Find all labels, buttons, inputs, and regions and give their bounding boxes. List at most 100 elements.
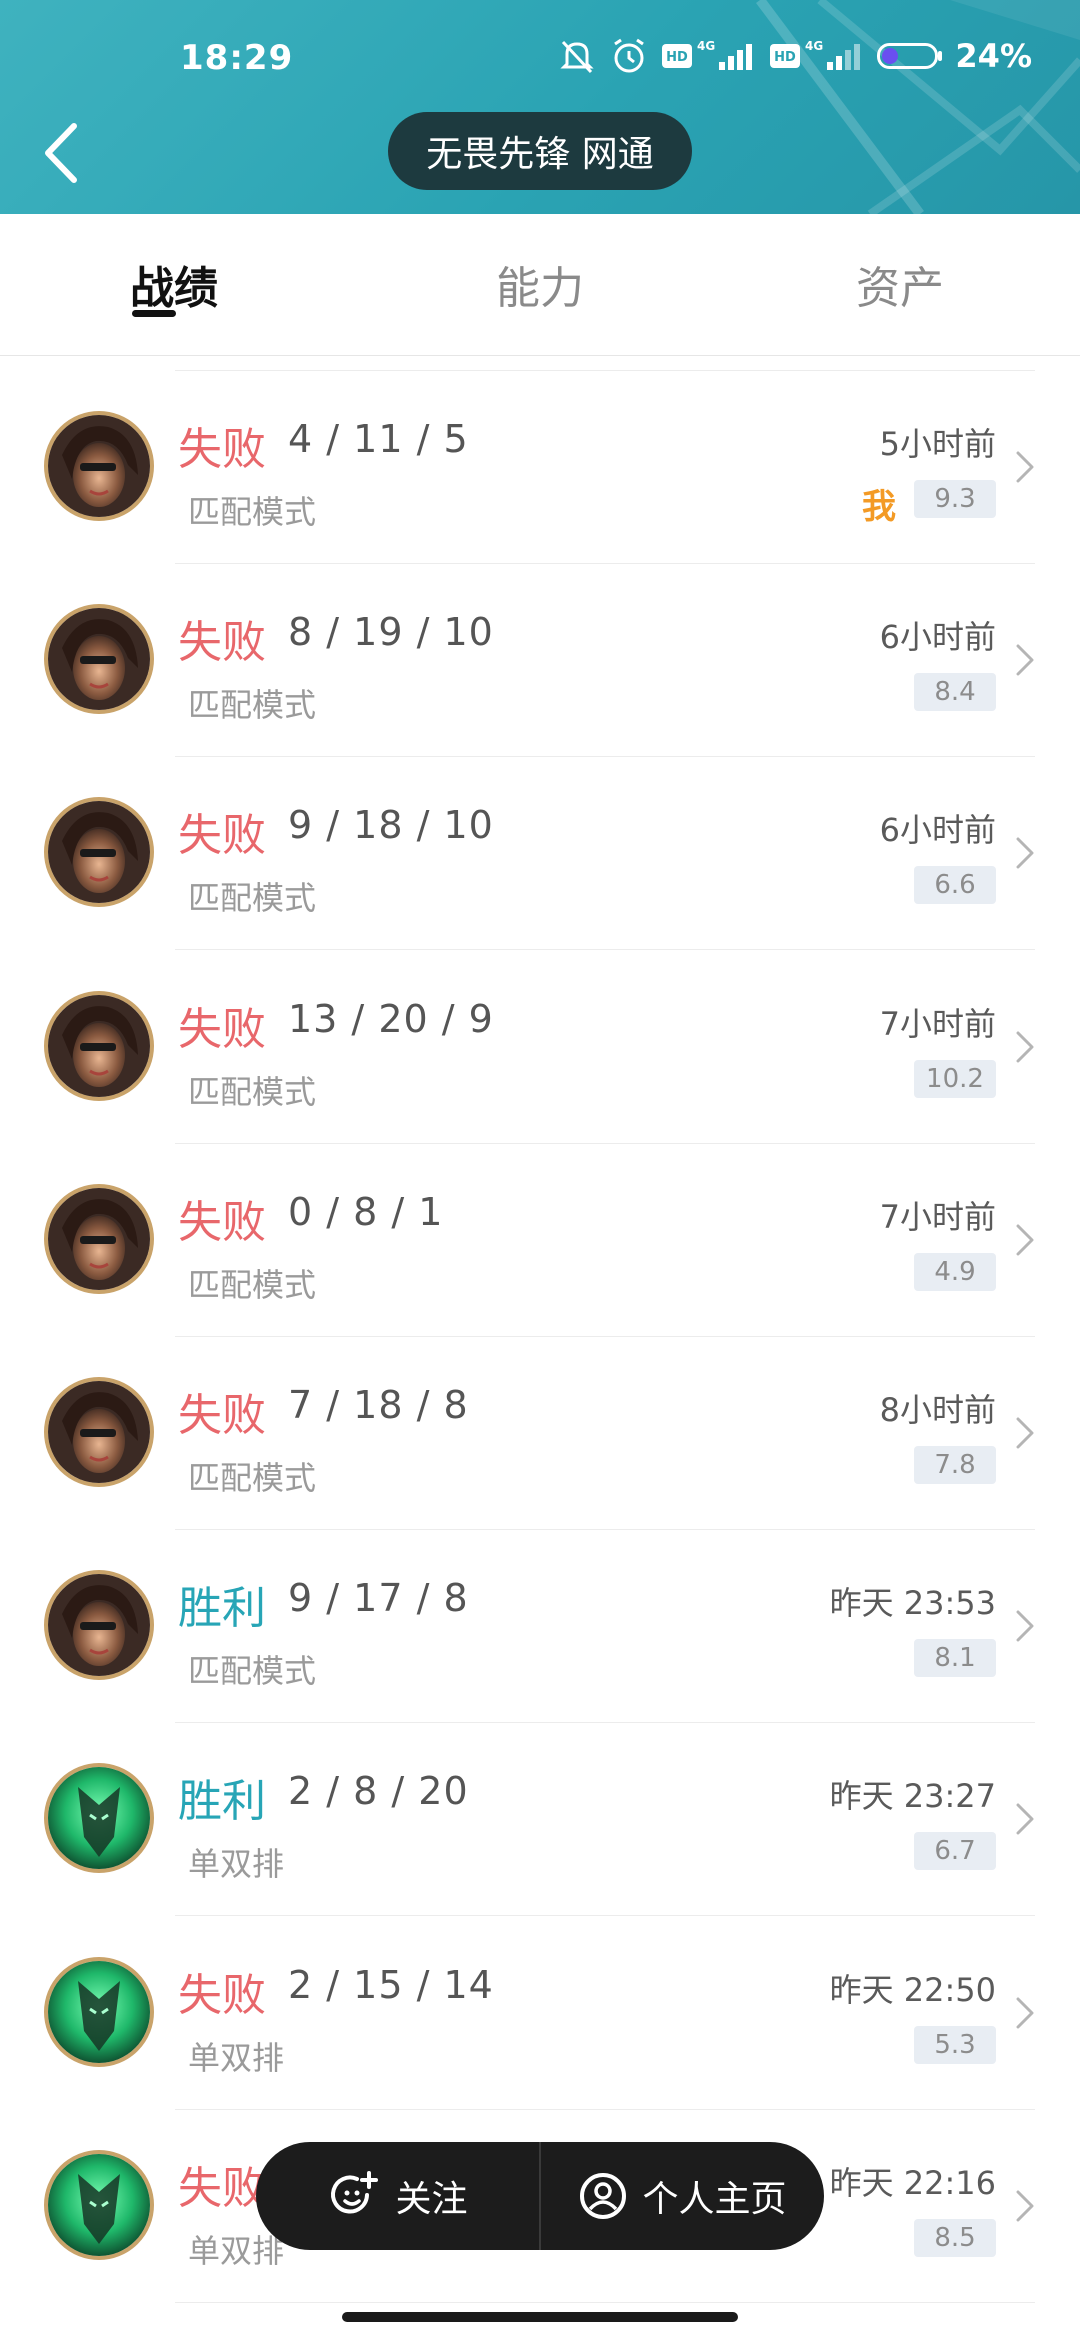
home-indicator[interactable]: [342, 2312, 738, 2322]
match-row[interactable]: 失败 0 / 8 / 1 匹配模式 7小时前 4.9: [0, 1144, 1080, 1337]
match-result: 失败: [178, 1196, 266, 1248]
chevron-right-icon: [1016, 1417, 1034, 1449]
tab-assets[interactable]: 资产: [856, 252, 944, 316]
match-time: 昨天 22:16: [829, 2163, 996, 2202]
match-result: 失败: [178, 1003, 266, 1055]
champion-avatar: [44, 2149, 154, 2260]
match-score: 8.4: [914, 673, 996, 712]
champion-avatar: [44, 797, 154, 908]
champion-avatar: [44, 604, 154, 715]
champion-avatar: [44, 1956, 154, 2067]
match-time: 6小时前: [879, 811, 996, 850]
chevron-right-icon: [1016, 837, 1034, 869]
chevron-right-icon: [1016, 451, 1034, 483]
tab-battle-record[interactable]: 战绩: [130, 252, 218, 316]
champion-avatar: [44, 411, 154, 521]
game-mode: 匹配模式: [188, 1652, 317, 1691]
server-title[interactable]: 无畏先锋 网通: [388, 112, 692, 190]
chevron-right-icon: [1016, 1803, 1034, 1835]
game-mode: 匹配模式: [188, 879, 317, 918]
profile-icon: [580, 2173, 627, 2219]
match-result: 胜利: [178, 1776, 266, 1828]
alarm-icon: [614, 38, 645, 73]
status-icons: HD 4G HD 4G 24%: [557, 36, 1032, 76]
kda: 9 / 17 / 8: [288, 1576, 469, 1621]
tab-ability[interactable]: 能力: [496, 252, 584, 316]
clock: 18:29: [180, 38, 294, 78]
match-time: 昨天 23:53: [829, 1584, 996, 1623]
hd-signal-icon-2: HD 4G: [770, 39, 861, 70]
active-tab-indicator: [132, 310, 176, 317]
kda: 7 / 18 / 8: [288, 1383, 469, 1427]
profile-button[interactable]: 个人主页: [541, 2142, 824, 2250]
svg-text:HD: HD: [667, 50, 689, 65]
match-time: 昨天 22:50: [829, 1970, 996, 2009]
svg-text:4G: 4G: [697, 39, 715, 53]
kda: 13 / 20 / 9: [288, 996, 494, 1041]
match-row[interactable]: 失败 8 / 19 / 10 匹配模式 6小时前 8.4: [0, 564, 1080, 758]
champion-avatar: [44, 990, 154, 1101]
champion-avatar: [44, 1570, 154, 1681]
kda: 4 / 11 / 5: [288, 417, 469, 461]
match-row[interactable]: 失败 7 / 18 / 8 匹配模式 8小时前 7.8: [0, 1337, 1080, 1530]
match-score: 9.3: [914, 480, 996, 518]
chevron-right-icon: [1016, 1031, 1034, 1063]
kda: 2 / 15 / 14: [288, 1962, 494, 2007]
status-bar: 18:29 HD 4G HD 4G 24%: [0, 0, 1080, 120]
kda: 0 / 8 / 1: [288, 1189, 444, 1234]
match-result: 失败: [178, 810, 266, 862]
match-row[interactable]: 胜利 2 / 8 / 20 单双排 昨天 23:27 6.7: [0, 1723, 1080, 1917]
battery-icon: [877, 43, 943, 69]
svg-text:4G: 4G: [805, 39, 823, 53]
row-divider: [175, 2301, 1035, 2303]
match-time: 6小时前: [879, 618, 996, 657]
follow-label: 关注: [395, 2179, 468, 2220]
follow-button[interactable]: 关注: [256, 2142, 539, 2250]
match-row[interactable]: 失败 9 / 18 / 10 匹配模式 6小时前 6.6: [0, 757, 1080, 951]
me-badge: 我: [862, 487, 896, 527]
match-time: 8小时前: [879, 1391, 996, 1429]
match-row[interactable]: 胜利 9 / 17 / 8 匹配模式 昨天 23:53 8.1: [0, 1530, 1080, 1724]
match-row[interactable]: 失败 13 / 20 / 9 匹配模式 7小时前 10.2: [0, 951, 1080, 1144]
battery-percent: 24%: [955, 37, 1032, 75]
chevron-right-icon: [1016, 1610, 1034, 1642]
top-header: 18:29 HD 4G HD 4G 24% 无畏先锋 网通: [0, 0, 1080, 214]
kda: 2 / 8 / 20: [288, 1769, 469, 1814]
back-arrow-icon[interactable]: [38, 118, 88, 188]
game-mode: 匹配模式: [188, 1265, 317, 1304]
muted-bell-icon: [560, 40, 595, 74]
champion-avatar: [44, 1183, 154, 1294]
match-result: 失败: [178, 617, 266, 669]
chevron-right-icon: [1016, 644, 1034, 676]
match-row[interactable]: 失败 4 / 11 / 5 匹配模式 5小时前我 9.3: [0, 371, 1080, 564]
kda: 8 / 19 / 10: [288, 610, 494, 655]
match-score: 8.5: [914, 2218, 996, 2257]
match-score: 4.9: [914, 1252, 996, 1291]
game-mode: 单双排: [188, 1845, 285, 1884]
game-mode: 匹配模式: [188, 1459, 317, 1497]
match-result: 失败: [178, 424, 266, 475]
svg-text:HD: HD: [775, 50, 797, 65]
bottom-action-bar: 关注 个人主页: [256, 2142, 824, 2250]
tab-bar: 战绩 能力 资产: [0, 214, 1080, 356]
profile-label: 个人主页: [642, 2179, 787, 2220]
match-score: 6.6: [914, 866, 996, 905]
kda: 9 / 18 / 10: [288, 803, 494, 848]
match-time: 昨天 23:27: [829, 1777, 996, 1816]
chevron-right-icon: [1016, 1997, 1034, 2029]
hd-signal-icon: HD 4G: [662, 39, 753, 70]
game-mode: 匹配模式: [188, 1072, 317, 1111]
match-result: 失败: [178, 1390, 266, 1441]
chevron-right-icon: [1016, 2190, 1034, 2222]
match-score: 10.2: [914, 1059, 996, 1098]
match-row[interactable]: 失败 2 / 15 / 14 单双排 昨天 22:50 5.3: [0, 1917, 1080, 2110]
match-score: 8.1: [914, 1639, 996, 1678]
match-score: 5.3: [914, 2025, 996, 2064]
match-time: 7小时前: [879, 1197, 996, 1236]
game-mode: 单双排: [188, 2038, 285, 2077]
match-time: 5小时前: [879, 425, 996, 463]
follow-icon: [331, 2171, 379, 2214]
match-time: 7小时前: [879, 1004, 996, 1043]
match-result: 胜利: [178, 1583, 266, 1635]
chevron-right-icon: [1016, 1224, 1034, 1256]
